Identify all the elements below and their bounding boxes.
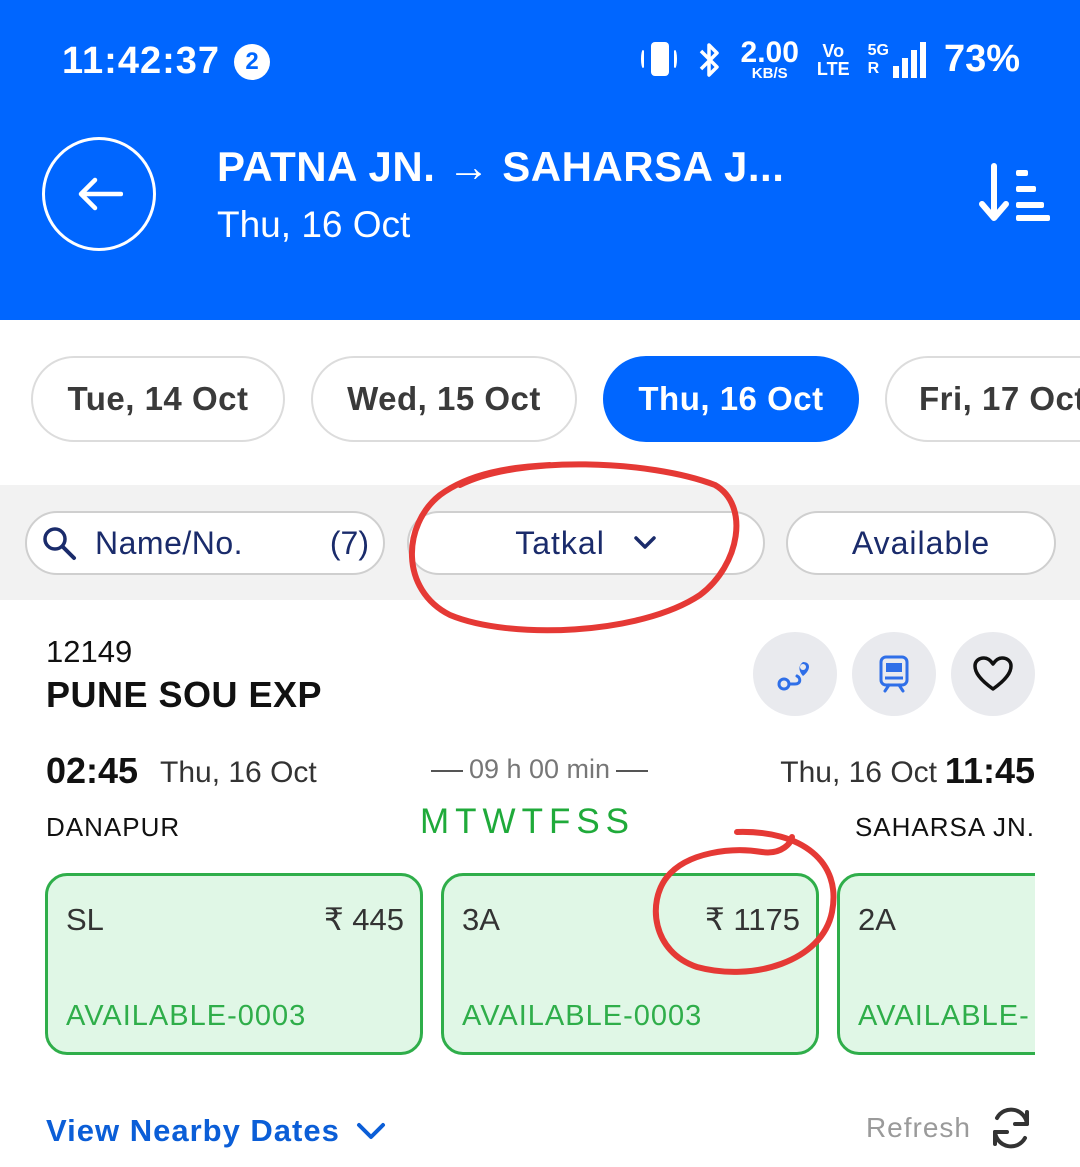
refresh-icon [993,1107,1029,1149]
sort-icon [979,163,1050,221]
departure-date: Thu, 16 Oct [160,756,317,789]
class-code: SL [66,902,104,937]
arrival-time: 11:45 [944,750,1035,791]
network-speed: 2.00 KB/S [740,36,799,82]
filter-bar: Name/No. (7) Tatkal Available [0,485,1080,600]
journey-duration: 09 h 00 min [412,754,667,785]
refresh-button[interactable]: Refresh [866,1104,1035,1152]
date-chip-wed[interactable]: Wed, 15 Oct [311,356,577,442]
search-input[interactable]: Name/No. (7) [25,511,385,575]
search-placeholder: Name/No. [95,524,244,561]
nearby-label: View Nearby Dates [46,1113,340,1148]
class-list: SL ₹ 445 AVAILABLE-0003 3A ₹ 1175 AVAILA… [45,873,1035,1055]
date-chip-fri[interactable]: Fri, 17 Oct [885,356,1080,442]
chevron-down-icon [356,1123,385,1139]
departure-time: 02:45 [46,750,139,791]
network-type: 5G [867,42,889,60]
to-station: SAHARSA JN. [854,812,1035,842]
route-date: Thu, 16 Oct [217,204,411,245]
class-card-2a[interactable]: 2A AVAILABLE- [837,873,1035,1055]
roaming-indicator: R [867,59,880,77]
quota-dropdown[interactable]: Tatkal [407,511,765,575]
signal-icon: 5G R [867,41,926,78]
view-nearby-dates-link[interactable]: View Nearby Dates [46,1113,386,1149]
train-name[interactable]: PUNE SOU EXP [46,674,322,716]
bluetooth-icon [697,40,723,80]
notification-badge: 2 [234,44,270,80]
class-card-3a[interactable]: 3A ₹ 1175 AVAILABLE-0003 [441,873,819,1055]
train-number: 12149 [46,634,133,669]
status-time: 11:42:37 [62,40,221,82]
class-code: 2A [858,902,896,937]
class-fare: ₹ 1175 [705,902,800,937]
volte-indicator: Vo LTE [816,40,850,79]
train-count: (7) [329,524,369,561]
favorite-button[interactable] [951,632,1035,716]
class-availability: AVAILABLE-0003 [462,1000,703,1032]
heart-icon [973,656,1013,691]
running-days: MTWTFSS [420,802,636,841]
vibrate-icon [640,40,679,80]
class-fare: ₹ 445 [323,902,404,937]
class-availability: AVAILABLE- [858,1000,1030,1032]
back-button[interactable] [42,137,156,251]
search-icon [43,527,76,560]
date-selector: Tue, 14 Oct Wed, 15 Oct Thu, 16 Oct Fri,… [0,356,1080,444]
route-icon [777,662,809,691]
quota-label: Tatkal [515,524,605,561]
sort-button[interactable] [978,162,1052,226]
from-station: DANAPUR [46,812,181,842]
coach-button[interactable] [852,632,936,716]
train-icon [879,655,909,693]
route-button[interactable] [753,632,837,716]
date-chip-tue[interactable]: Tue, 14 Oct [31,356,285,442]
status-icons: 2.00 KB/S Vo LTE 5G R 73% [640,36,1020,82]
availability-filter[interactable]: Available [786,511,1056,575]
date-chip-thu[interactable]: Thu, 16 Oct [603,356,859,442]
class-card-sl[interactable]: SL ₹ 445 AVAILABLE-0003 [45,873,423,1055]
chevron-down-icon [634,536,656,549]
route-title: PATNA JN. → SAHARSA J... [217,143,785,190]
class-availability: AVAILABLE-0003 [66,1000,307,1032]
class-code: 3A [462,902,500,937]
refresh-label: Refresh [865,1112,971,1143]
back-arrow-icon [78,177,123,211]
arrival-date: Thu, 16 Oct [780,756,937,789]
app-header: 11:42:37 2 2.00 KB/S Vo LTE 5G R 73% PAT… [0,0,1080,320]
battery-level: 73% [943,38,1020,80]
